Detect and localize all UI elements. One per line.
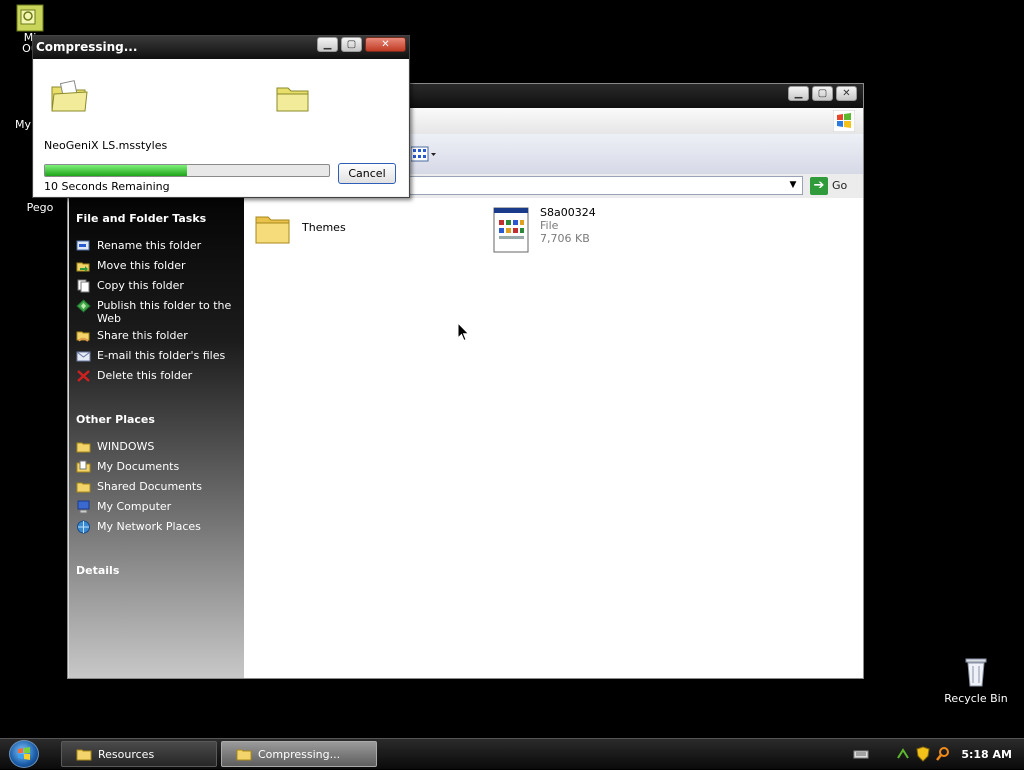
file-item-s8a00324[interactable]: S8a00324 File 7,706 KB	[492, 206, 596, 254]
file-list: Themes S8a00324 File 7,706 KB	[244, 198, 863, 678]
window-controls: ▁ ▢ ✕	[788, 86, 857, 101]
taskbar-button-resources[interactable]: Resources	[61, 741, 217, 767]
network-status-icon[interactable]	[895, 746, 911, 762]
clock[interactable]: 5:18 AM	[961, 748, 1012, 761]
rename-icon	[76, 240, 90, 251]
details-heading[interactable]: Details	[76, 564, 119, 577]
publish-icon	[76, 299, 91, 313]
documents-icon	[76, 460, 91, 473]
time-remaining: 10 Seconds Remaining	[44, 180, 170, 193]
dialog-titlebar[interactable]: Compressing... ▁ ▢ ✕	[33, 36, 409, 59]
search-icon[interactable]	[935, 746, 951, 762]
task-copy-folder[interactable]: Copy this folder	[76, 279, 236, 293]
dialog-body: NeoGeniX LS.msstyles 10 Seconds Remainin…	[34, 59, 408, 196]
windows-logo-icon	[18, 747, 30, 760]
task-rename-folder[interactable]: Rename this folder	[76, 239, 236, 253]
task-label: Delete this folder	[97, 369, 193, 382]
minimize-button[interactable]: ▁	[788, 86, 809, 101]
desktop-icon-label: Pego	[26, 201, 54, 214]
folder-icon	[76, 482, 91, 493]
place-my-documents[interactable]: My Documents	[76, 460, 236, 474]
keyboard-icon[interactable]	[853, 746, 869, 762]
progress-bar	[44, 164, 330, 177]
taskbar-button-label: Compressing...	[258, 747, 341, 761]
network-icon	[77, 520, 90, 534]
task-label: Rename this folder	[97, 239, 202, 252]
task-share-folder[interactable]: Share this folder	[76, 329, 236, 343]
file-name: Themes	[302, 221, 346, 234]
place-label: WINDOWS	[97, 440, 155, 453]
desktop-icon-recycle-bin[interactable]: Recycle Bin	[943, 656, 1009, 705]
views-icon[interactable]	[411, 146, 437, 162]
task-label: E-mail this folder's files	[97, 349, 226, 362]
folder-icon	[76, 442, 91, 453]
folder-icon	[236, 749, 252, 761]
security-shield-icon[interactable]	[915, 746, 931, 762]
file-name: S8a00324	[540, 206, 596, 219]
go-label: Go	[832, 179, 848, 192]
cancel-button[interactable]: Cancel	[338, 163, 396, 184]
task-label: Share this folder	[97, 329, 188, 342]
move-icon	[76, 262, 90, 272]
task-move-folder[interactable]: Move this folder	[76, 259, 236, 273]
taskbar: Resources Compressing... 5:18 AM	[0, 738, 1024, 769]
email-icon	[76, 351, 91, 362]
go-arrow-icon: ➔	[810, 176, 828, 195]
share-icon	[76, 331, 90, 342]
computer-icon	[77, 500, 90, 514]
maximize-button[interactable]: ▢	[341, 37, 362, 52]
compress-filename: NeoGeniX LS.msstyles	[44, 139, 168, 152]
taskbar-button-label: Resources	[98, 747, 155, 761]
file-item-themes[interactable]: Themes	[254, 211, 346, 245]
task-delete-folder[interactable]: Delete this folder	[76, 369, 236, 383]
folder-icon	[76, 749, 92, 761]
progress-fill	[45, 165, 187, 176]
go-button[interactable]: ➔ Go	[810, 176, 847, 195]
chevron-down-icon[interactable]: ▼	[786, 178, 800, 193]
folder-icon	[255, 216, 290, 244]
file-size: 7,706 KB	[540, 232, 590, 245]
compress-dialog: Compressing... ▁ ▢ ✕ NeoGeniX LS.msstyle…	[32, 35, 410, 198]
copy-icon	[77, 279, 90, 293]
outlook-icon	[16, 4, 44, 32]
file-folder-tasks-heading[interactable]: File and Folder Tasks	[76, 212, 206, 225]
close-button[interactable]: ✕	[365, 37, 406, 52]
minimize-button[interactable]: ▁	[317, 37, 338, 52]
recycle-bin-icon	[965, 658, 987, 687]
delete-icon	[77, 370, 90, 382]
file-details: S8a00324 File 7,706 KB	[540, 206, 596, 245]
task-pane: File and Folder Tasks Rename this folder…	[69, 198, 244, 678]
file-icon	[493, 207, 529, 253]
place-label: My Network Places	[97, 520, 201, 533]
place-network-places[interactable]: My Network Places	[76, 520, 236, 534]
place-label: Shared Documents	[97, 480, 202, 493]
taskbar-button-compressing[interactable]: Compressing...	[221, 741, 377, 767]
other-places-heading[interactable]: Other Places	[76, 413, 155, 426]
place-shared-documents[interactable]: Shared Documents	[76, 480, 236, 494]
close-button[interactable]: ✕	[836, 86, 857, 101]
maximize-button[interactable]: ▢	[812, 86, 833, 101]
place-label: My Computer	[97, 500, 172, 513]
source-folder-icon	[51, 80, 88, 112]
task-label: Copy this folder	[97, 279, 184, 292]
task-label: Move this folder	[97, 259, 186, 272]
file-type: File	[540, 219, 559, 232]
windows-logo-icon	[833, 110, 855, 132]
task-publish-folder[interactable]: Publish this folder to the Web	[76, 299, 236, 325]
start-button[interactable]	[9, 740, 39, 768]
place-label: My Documents	[97, 460, 180, 473]
dialog-title: Compressing...	[36, 40, 138, 54]
destination-folder-icon	[276, 87, 309, 112]
dialog-window-controls: ▁ ▢ ✕	[317, 37, 406, 52]
place-windows[interactable]: WINDOWS	[76, 440, 236, 454]
mouse-cursor-icon	[457, 322, 470, 342]
desktop-icon-label: Recycle Bin	[944, 692, 1008, 705]
system-tray: 5:18 AM	[853, 739, 1024, 769]
task-email-files[interactable]: E-mail this folder's files	[76, 349, 236, 363]
place-my-computer[interactable]: My Computer	[76, 500, 236, 514]
task-label: Publish this folder to the Web	[97, 299, 232, 325]
